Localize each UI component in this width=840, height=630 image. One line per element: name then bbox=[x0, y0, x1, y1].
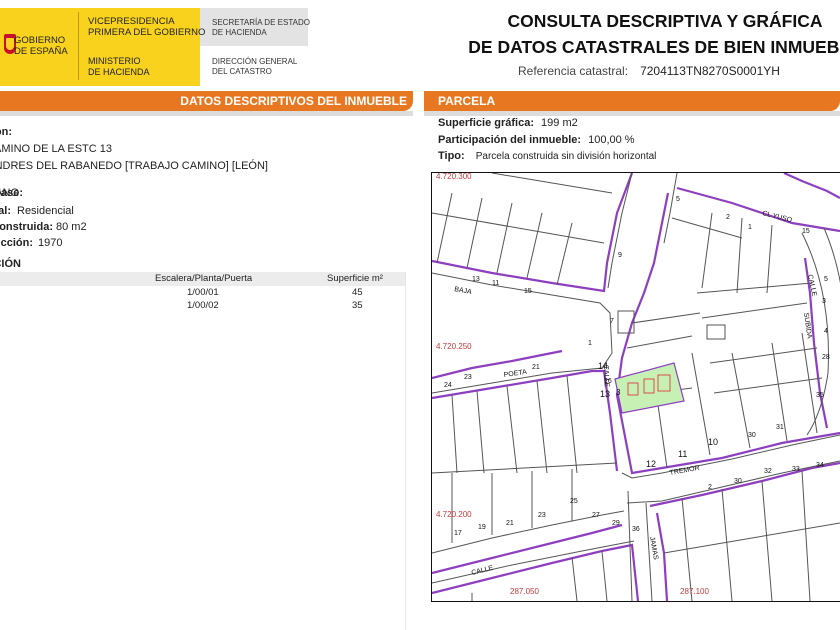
secretaria-text: SECRETARÍA DE ESTADO DE HACIENDA bbox=[212, 18, 310, 37]
gobierno-text: GOBIERNO DE ESPAÑA bbox=[14, 35, 68, 57]
parcel-number: 31 bbox=[776, 424, 784, 431]
referencia-catastral: Referencia catastral: 7204113TN8270S0001Y… bbox=[518, 64, 780, 78]
parcel-number: 36 bbox=[632, 526, 640, 533]
loc-line2: 24010 SAN ANDRES DEL RABANEDO [TRABAJO C… bbox=[0, 160, 268, 172]
clase-value: URBANO bbox=[0, 187, 19, 199]
parcel-number: 23 bbox=[464, 374, 472, 381]
loc-line1: CL TRABAJO CAMINO DE LA ESTC 13 bbox=[0, 143, 112, 155]
logo-divider bbox=[78, 12, 79, 80]
parcel-number: 1 bbox=[748, 224, 752, 231]
parcel-number: 27 bbox=[592, 512, 600, 519]
anio-value: 1970 bbox=[38, 237, 63, 249]
parcel-number: 1 bbox=[588, 340, 592, 347]
parcel-number: 29 bbox=[612, 520, 620, 527]
parcel-number: 21 bbox=[532, 364, 540, 371]
ref-label: Referencia catastral: bbox=[518, 64, 629, 78]
parcel-number: 9 bbox=[618, 252, 622, 259]
parcel-number: 11 bbox=[492, 280, 499, 287]
sup-label: Superficie construida: bbox=[0, 221, 53, 233]
parcel-number: 12 bbox=[646, 459, 656, 469]
parcel-number: 17 bbox=[454, 530, 462, 537]
coord-y-3: 4.720.200 bbox=[436, 510, 472, 519]
parcel-number: 3 bbox=[616, 388, 621, 397]
highlighted-parcel bbox=[614, 362, 685, 414]
parcel-number: 13 bbox=[472, 276, 480, 283]
street-label: CL YUSO bbox=[762, 210, 794, 224]
participacion: Participación del inmueble: 100,00 % bbox=[438, 134, 635, 146]
parcel-number: 15 bbox=[802, 228, 810, 235]
street-label: CALLE bbox=[471, 565, 495, 577]
parcel-number: 32 bbox=[764, 468, 772, 475]
parcel-number: 15 bbox=[524, 288, 532, 295]
parcel-number: 19 bbox=[478, 524, 486, 531]
coord-y-2: 4.720.250 bbox=[436, 342, 472, 351]
coat-of-arms-inner bbox=[6, 38, 14, 50]
left-panel-edge bbox=[405, 272, 406, 630]
parcel-number: 2 bbox=[726, 214, 730, 221]
col-superficie: Superficie m² bbox=[327, 273, 383, 284]
section-bar-datos: DATOS DESCRIPTIVOS DEL INMUEBLE bbox=[0, 91, 413, 111]
street-label: CALLE bbox=[806, 274, 818, 297]
cadastral-map-svg: 4.720.300 4.720.250 4.720.200 287.050 28… bbox=[432, 173, 840, 601]
parcel-number: 14 bbox=[598, 361, 608, 371]
parcel-number: 25 bbox=[570, 498, 578, 505]
ref-value: 7204113TN8270S0001YH bbox=[640, 64, 780, 78]
parcel-number: 35 bbox=[816, 392, 824, 399]
page-title: CONSULTA DESCRIPTIVA Y GRÁFICA DE DATOS … bbox=[468, 11, 840, 57]
parcel-number: 3 bbox=[822, 298, 826, 305]
coord-x-1: 287.050 bbox=[510, 587, 539, 596]
coord-x-2: 287.100 bbox=[680, 587, 709, 596]
parcel-number: 7 bbox=[610, 318, 614, 325]
parcel-number: 28 bbox=[822, 354, 830, 361]
street-edge bbox=[607, 173, 633, 289]
parcel-number: 30 bbox=[748, 432, 756, 439]
bar-shadow bbox=[0, 111, 413, 116]
anio-label: Año construcción: bbox=[0, 237, 33, 249]
parcel-number: 5 bbox=[824, 276, 828, 283]
sup-value: 80 m2 bbox=[56, 221, 87, 233]
coord-y-1: 4.720.300 bbox=[436, 173, 472, 181]
vicepresidencia-text: VICEPRESIDENCIA PRIMERA DEL GOBIERNO bbox=[88, 16, 206, 38]
bar-shadow-right bbox=[424, 111, 840, 116]
section-title-parcela: PARCELA bbox=[438, 94, 496, 108]
cadastral-map[interactable]: 4.720.300 4.720.250 4.720.200 287.050 28… bbox=[431, 172, 840, 602]
row-2-sup: 35 bbox=[352, 300, 363, 311]
block-outline bbox=[432, 369, 619, 472]
parcel-number: 23 bbox=[538, 512, 546, 519]
row-1-epp: 1/00/01 bbox=[187, 287, 219, 298]
parcel-number: 11 bbox=[678, 449, 687, 459]
parcel-number: 4 bbox=[824, 328, 828, 335]
parcel-number: 13 bbox=[600, 389, 610, 399]
block-outline bbox=[676, 186, 840, 233]
uso-label: Uso principal: bbox=[0, 205, 11, 217]
uso-value: Residencial bbox=[17, 205, 74, 217]
ministerio-text: MINISTERIO DE HACIENDA bbox=[88, 56, 150, 77]
street-label: BAJA bbox=[454, 286, 473, 296]
row-2-epp: 1/00/02 bbox=[187, 300, 219, 311]
parcel-number: 2 bbox=[708, 484, 712, 491]
tipo: Tipo: Parcela construida sin división ho… bbox=[438, 150, 657, 162]
parcel-number: 26 bbox=[604, 378, 612, 385]
block-outline bbox=[783, 173, 840, 199]
parcel-number: 34 bbox=[816, 462, 824, 469]
parcel-number: 24 bbox=[444, 382, 452, 389]
direccion-text: DIRECCIÓN GENERAL DEL CATASTRO bbox=[212, 57, 298, 76]
parcel-number: 33 bbox=[792, 466, 800, 473]
parcel-number: 21 bbox=[506, 520, 514, 527]
row-1-sup: 45 bbox=[352, 287, 363, 298]
parcel-number: 30 bbox=[734, 478, 742, 485]
left-panel: Localización: CL TRABAJO CAMINO DE LA ES… bbox=[0, 120, 405, 630]
section-title-datos: DATOS DESCRIPTIVOS DEL INMUEBLE bbox=[180, 94, 407, 108]
col-escalera: Escalera/Planta/Puerta bbox=[155, 273, 253, 284]
building-outline bbox=[706, 324, 726, 340]
parcel-number: 5 bbox=[676, 196, 680, 203]
loc-label: Localización: bbox=[0, 126, 12, 138]
block-outline bbox=[432, 173, 634, 293]
sup-grafica: Superficie gráfica: 199 m2 bbox=[438, 117, 578, 129]
construccion-title: CONSTRUCCIÓN bbox=[0, 258, 21, 270]
block-outline bbox=[432, 349, 563, 380]
parcel-number: 10 bbox=[708, 437, 718, 447]
section-bar-parcela: PARCELA bbox=[424, 91, 840, 111]
